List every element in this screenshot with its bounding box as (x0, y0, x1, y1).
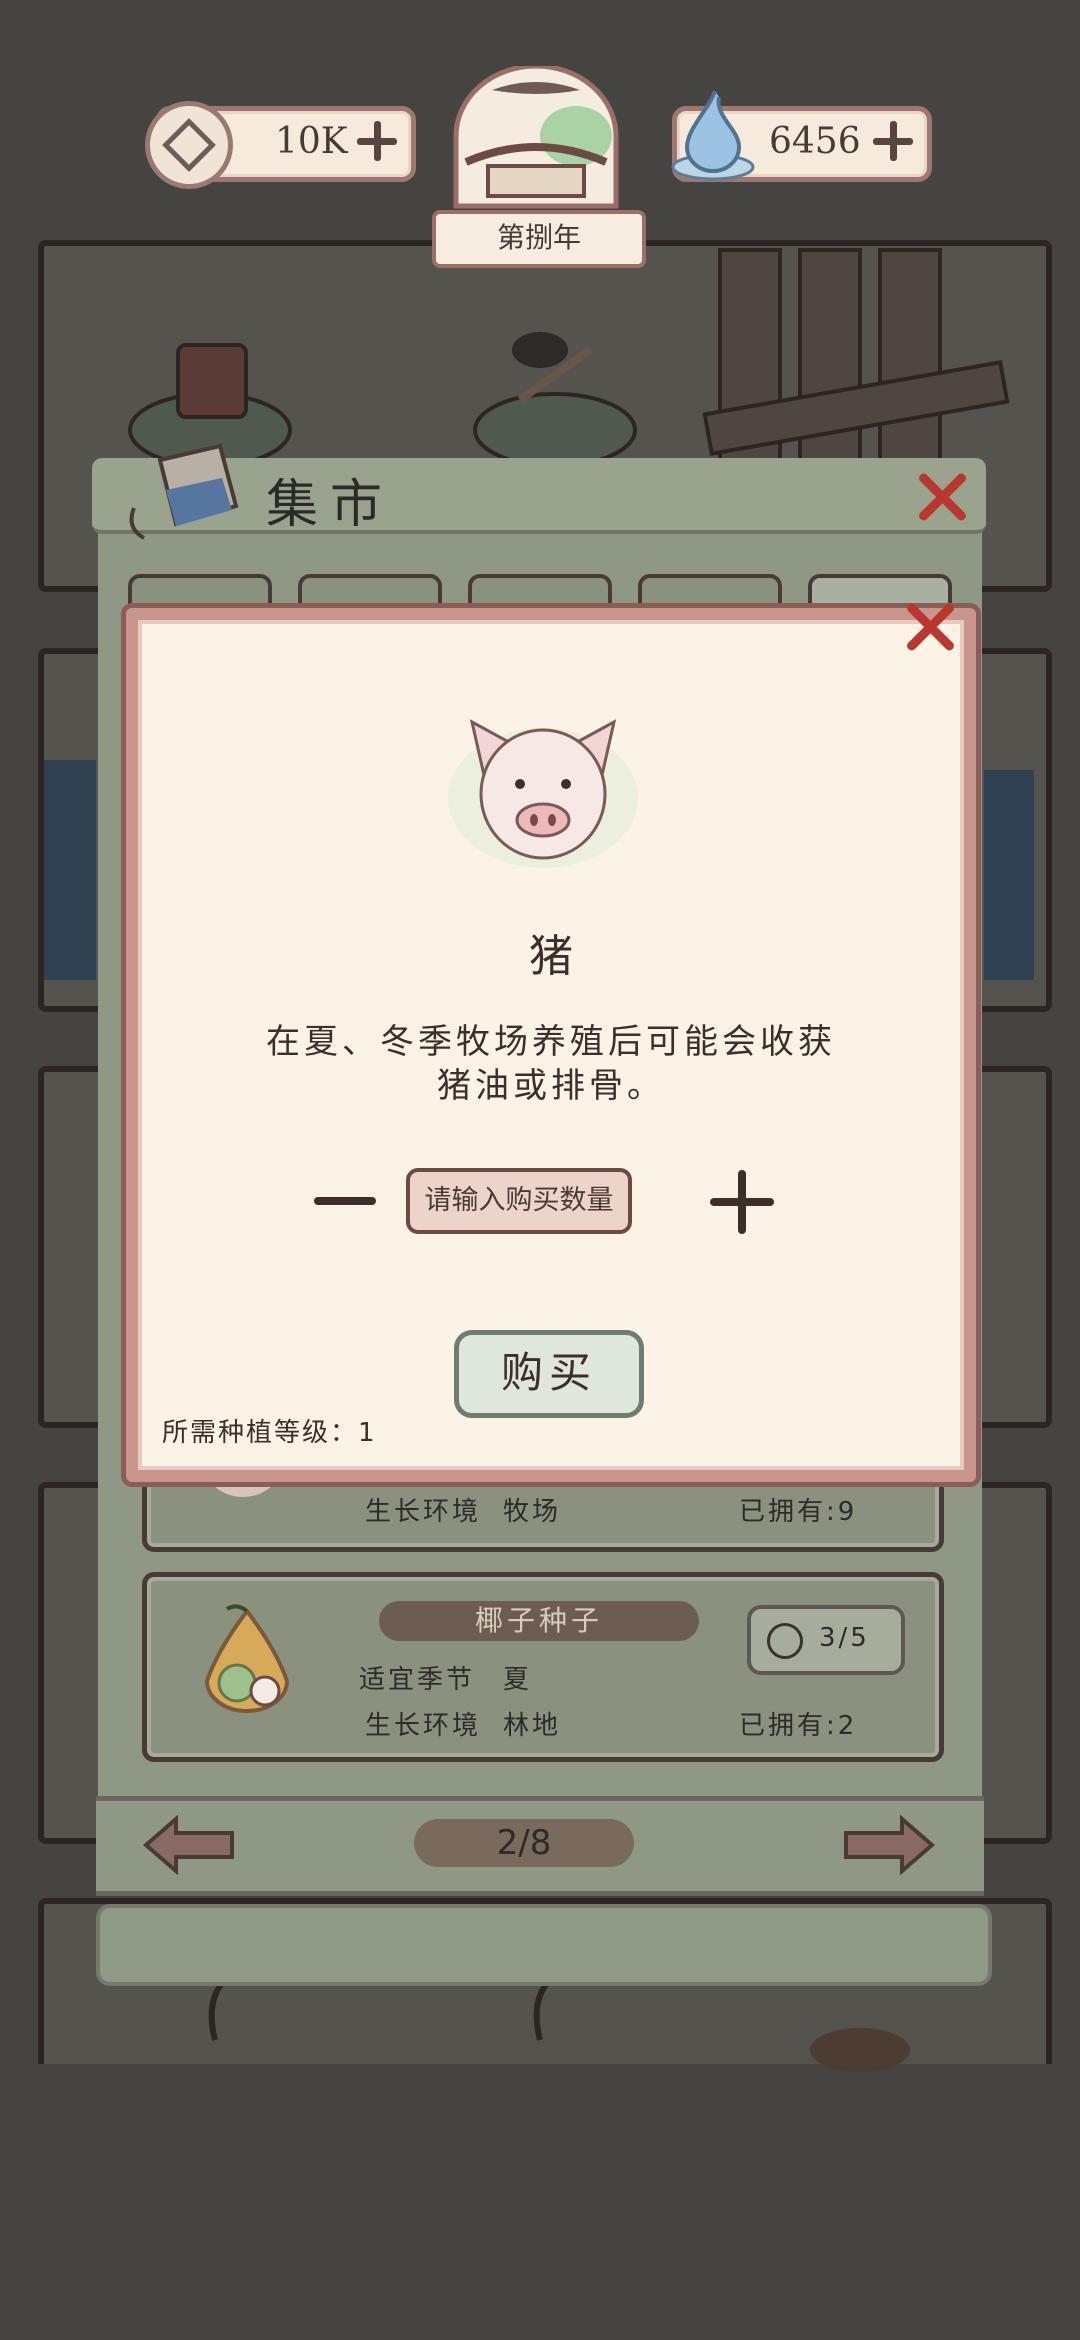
item-env-label: 生长环境 (365, 1497, 482, 1527)
item-env-label: 生长环境 (365, 1711, 482, 1741)
item-name-title: 猪 (529, 931, 573, 982)
item-description-line-2: 猪油或排骨。 (437, 1066, 665, 1106)
market-close-icon[interactable] (914, 468, 970, 524)
gem-value: 6456 (769, 121, 861, 162)
water-drop-icon (671, 90, 755, 181)
add-gems-button[interactable] (871, 119, 915, 163)
add-coins-button[interactable] (355, 119, 399, 163)
gem-counter: 6456 (671, 90, 932, 182)
item-env-value: 牧场 (503, 1497, 562, 1527)
scroll-bottom-bar (96, 1904, 992, 1986)
item-description-line-1: 在夏、冬季牧场养殖后可能会收获 (266, 1022, 836, 1062)
page-indicator: 2/8 (414, 1819, 634, 1867)
item-name: 椰子种子 (379, 1601, 699, 1641)
increase-quantity-button[interactable] (710, 1170, 774, 1234)
next-page-arrow-icon[interactable] (842, 1815, 936, 1875)
market-title: 集市 (266, 475, 395, 535)
item-price-tag[interactable]: 3/5 (747, 1605, 905, 1675)
item-detail-modal: 猪 在夏、冬季牧场养殖后可能会收获 猪油或排骨。 购买 所需种植等级：1 (126, 608, 976, 1482)
pavilion-emblem-icon (453, 66, 619, 209)
item-env-value: 林地 (503, 1711, 562, 1741)
buy-button[interactable]: 购买 (454, 1330, 644, 1418)
item-owned: 已拥有:9 (739, 1497, 858, 1527)
market-crate-icon (129, 443, 239, 540)
item-price: 3/5 (819, 1623, 870, 1653)
decrease-quantity-button[interactable] (314, 1197, 376, 1205)
item-season-value: 夏 (503, 1665, 533, 1695)
modal-close-icon[interactable] (902, 598, 958, 654)
coin-counter: 10K (145, 101, 416, 189)
coconut-seed-icon (204, 1604, 290, 1713)
market-item-card-coconut[interactable]: 椰子种子 3/5 适宜季节 夏 生长环境 林地 已拥有:2 (142, 1572, 944, 1762)
item-owned: 已拥有:2 (739, 1711, 858, 1741)
item-season-label: 适宜季节 (359, 1665, 476, 1695)
coin-icon (767, 1623, 803, 1659)
coin-value: 10K (275, 121, 348, 162)
pig-icon (448, 719, 638, 868)
coin-icon (145, 101, 233, 189)
pager-bar: 2/8 (96, 1796, 984, 1896)
quantity-input[interactable] (406, 1168, 632, 1234)
required-level-text: 所需种植等级：1 (162, 1418, 377, 1448)
prev-page-arrow-icon[interactable] (142, 1815, 236, 1875)
year-badge: 第捌年 (432, 210, 646, 268)
item-description: 在夏、冬季牧场养殖后可能会收获 猪油或排骨。 (198, 1020, 904, 1108)
